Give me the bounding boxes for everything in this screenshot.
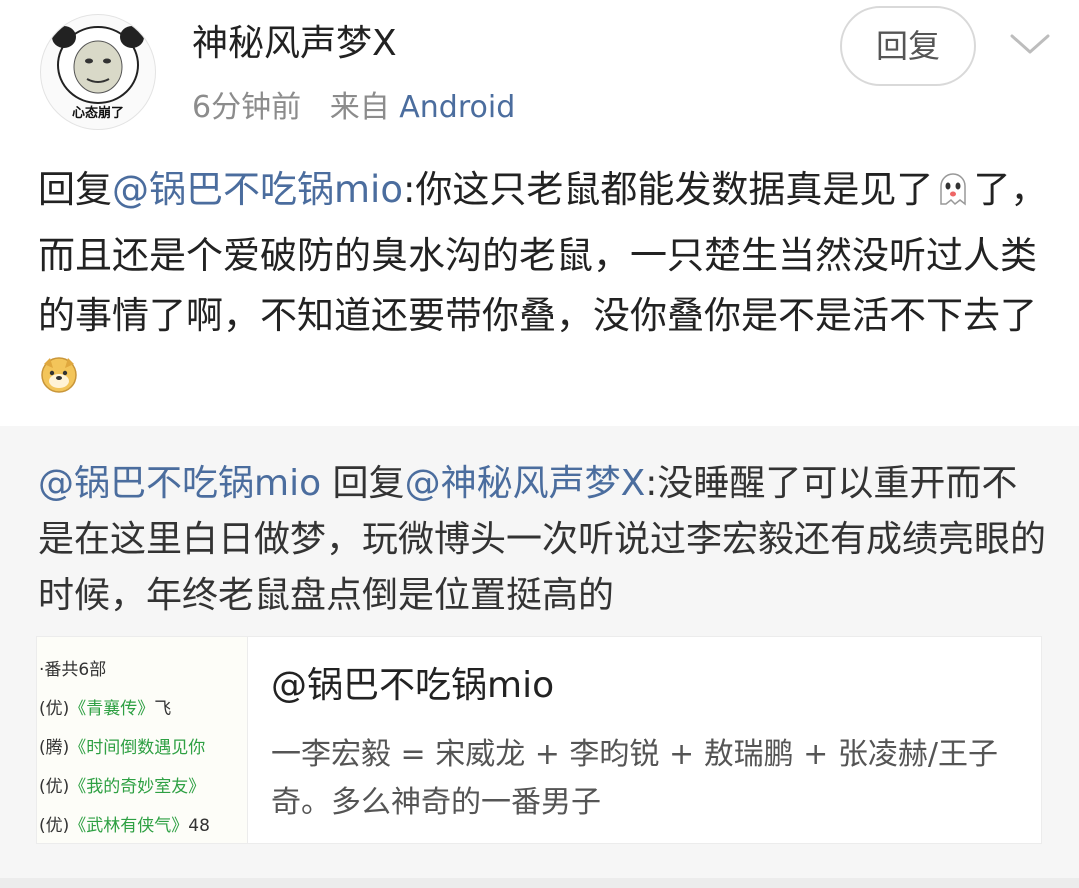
thumbnail-line-title: 《时间倒数遇见你: [69, 738, 206, 758]
comment-reply-prefix: 回复: [38, 168, 112, 211]
avatar[interactable]: 心态崩了: [40, 14, 156, 130]
thumbnail-line: (优)《武林有侠气》48: [39, 807, 247, 843]
thumbnail-line: (腾)《时间倒数遇见你: [39, 729, 247, 768]
mention-link[interactable]: @锅巴不吃锅mio: [112, 168, 403, 211]
shared-post-card[interactable]: ·番共6部 (优)《青襄传》飞 (腾)《时间倒数遇见你 (优)《我的奇妙室友》 …: [36, 636, 1042, 844]
card-description: 一李宏毅 = 宋威龙 + 李昀锐 + 敖瑞鹏 + 张凌赫/王子奇。多么神奇的一番…: [271, 737, 998, 820]
quote-reply-word: 回复: [321, 463, 405, 504]
thumbnail-line: (优)《我的奇妙室友》: [39, 768, 247, 807]
thumbnail-line-prefix: (腾): [39, 738, 70, 758]
thumbnail-line-title: 《武林有侠气》: [69, 816, 189, 836]
weibo-comment-screen: 心态崩了 神秘风声梦X 6分钟前 来自 Android 回复 回复@锅巴不吃锅m…: [0, 0, 1079, 888]
thumbnail-line-prefix: (优): [39, 699, 70, 719]
quote-mention-link[interactable]: @神秘风声梦X: [405, 463, 646, 504]
thumbnail-line: ·番共6部: [39, 651, 247, 690]
thumbnail-line-suffix: 飞: [154, 699, 172, 719]
quote-author-link[interactable]: @锅巴不吃锅mio: [38, 463, 321, 504]
thumbnail-line-prefix: (优): [39, 777, 70, 797]
card-thumbnail: ·番共6部 (优)《青襄传》飞 (腾)《时间倒数遇见你 (优)《我的奇妙室友》 …: [37, 637, 248, 843]
thumbnail-line-title: 《青襄传》: [69, 699, 155, 719]
ghost-emoji-icon: [933, 166, 973, 226]
comment-header: 心态崩了 神秘风声梦X 6分钟前 来自 Android 回复: [0, 0, 1079, 150]
post-time: 6分钟前: [192, 90, 302, 125]
thumbnail-line: (优)《青襄传》飞: [39, 690, 247, 729]
source-prefix: 来自: [329, 90, 390, 125]
source-app: Android: [399, 90, 516, 125]
comment-body: 回复@锅巴不吃锅mio:你这只老鼠都能发数据真是见了 了，而且还是个爱破防的臭水…: [38, 160, 1048, 412]
thumbnail-line-prefix: ·番共6部: [39, 660, 107, 680]
quoted-reply[interactable]: @锅巴不吃锅mio 回复@神秘风声梦X:没睡醒了可以重开而不是在这里白日做梦，玩…: [0, 426, 1079, 878]
chevron-down-icon[interactable]: [1008, 30, 1052, 58]
comment-text-part-1: :你这只老鼠都能发数据真是见了: [402, 168, 934, 211]
thumbnail-line-prefix: (优): [39, 816, 70, 836]
doge-emoji-icon: [38, 352, 80, 412]
post-meta: 6分钟前 来自 Android: [192, 88, 515, 128]
bottom-divider: [0, 878, 1079, 888]
username[interactable]: 神秘风声梦X: [192, 22, 397, 66]
quoted-reply-text: @锅巴不吃锅mio 回复@神秘风声梦X:没睡醒了可以重开而不是在这里白日做梦，玩…: [38, 456, 1048, 624]
thumbnail-line-suffix: 48: [188, 816, 210, 836]
thumbnail-line-title: 《我的奇妙室友》: [69, 777, 206, 797]
card-title[interactable]: @锅巴不吃锅mio: [271, 663, 554, 709]
avatar-caption: 心态崩了: [71, 106, 124, 121]
reply-button[interactable]: 回复: [840, 6, 976, 86]
